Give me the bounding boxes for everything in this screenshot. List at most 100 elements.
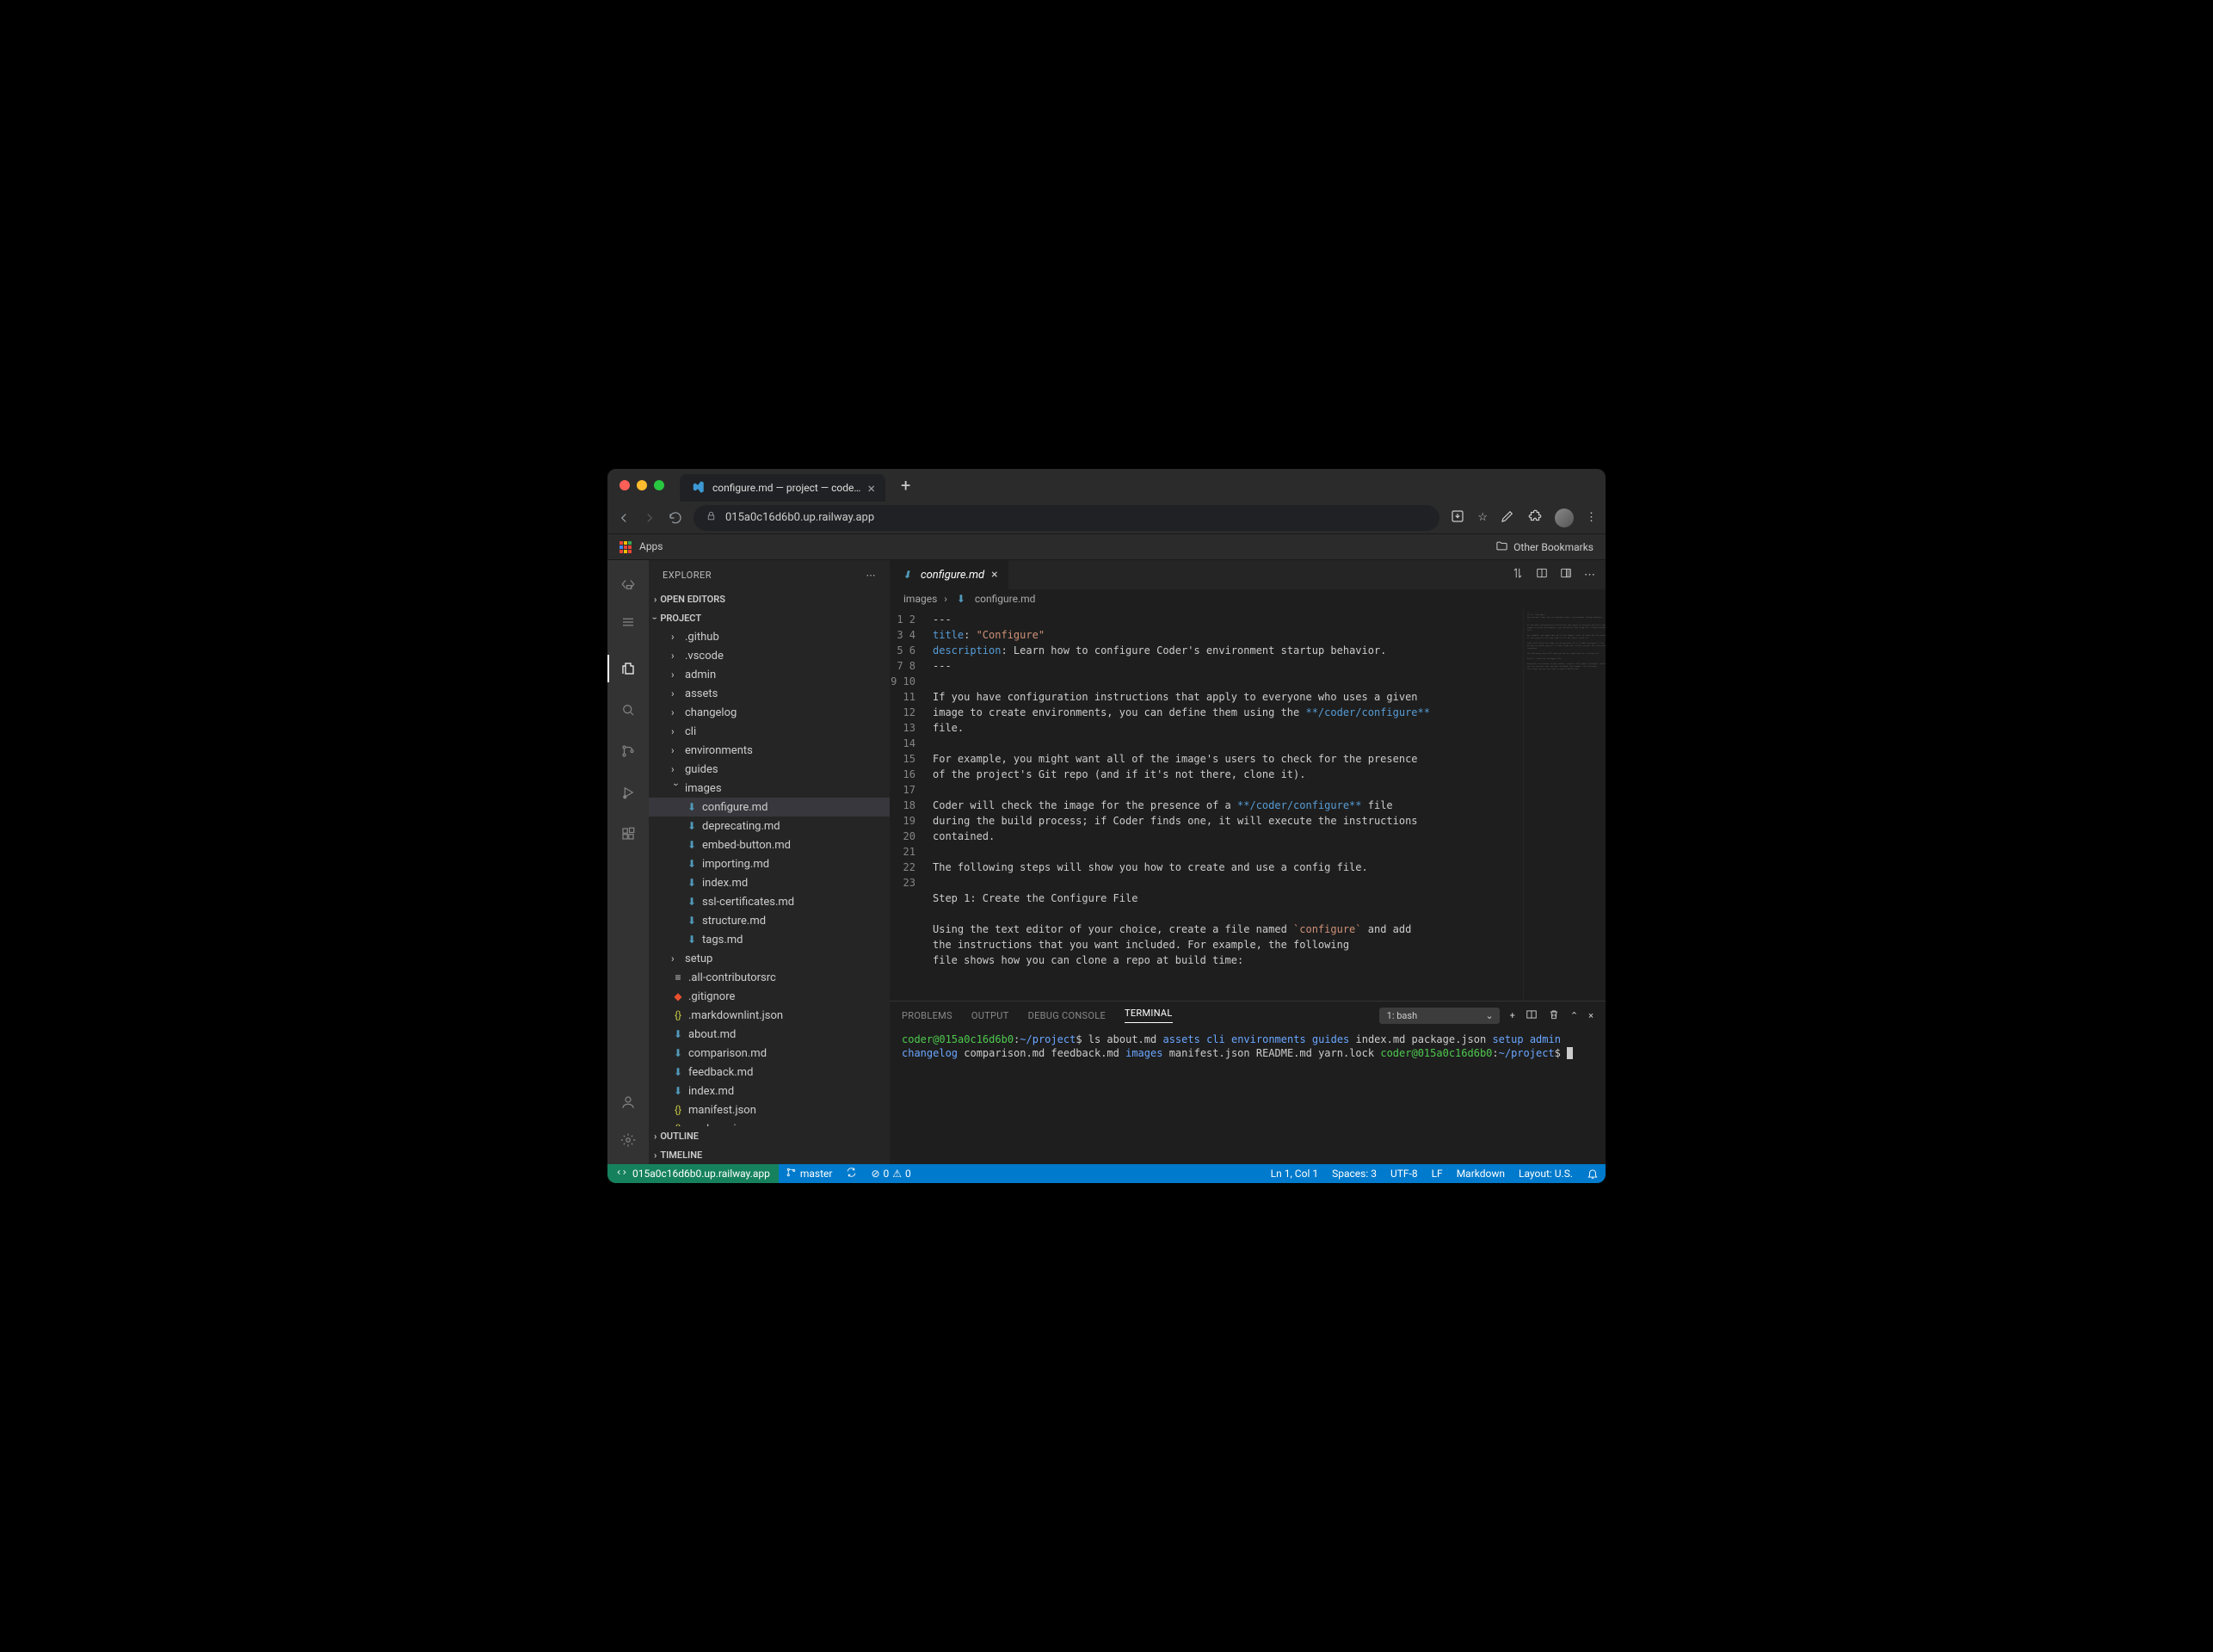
profile-avatar[interactable] [1555, 509, 1574, 527]
code-content[interactable]: --- title: "Configure" description: Lear… [929, 608, 1523, 1001]
new-terminal-icon[interactable]: + [1510, 1010, 1515, 1021]
chevron-right-icon: › [654, 594, 657, 605]
browser-tab[interactable]: configure.md — project — code… × [680, 474, 885, 502]
sync-button[interactable] [839, 1167, 864, 1180]
folder-images[interactable]: ›images [649, 779, 890, 798]
folder-guides[interactable]: ›guides [649, 760, 890, 779]
folder-setup[interactable]: ›setup [649, 949, 890, 968]
file-configure.md[interactable]: ⬇configure.md [649, 798, 890, 817]
terminal-output[interactable]: coder@015a0c16d6b0:~/project$ ls about.m… [890, 1029, 1606, 1164]
explorer-tab-icon[interactable] [607, 651, 649, 686]
source-control-tab-icon[interactable] [607, 734, 649, 768]
language-mode[interactable]: Markdown [1450, 1168, 1512, 1180]
file-importing.md[interactable]: ⬇importing.md [649, 854, 890, 873]
reload-button[interactable] [668, 510, 683, 526]
folder-cli[interactable]: ›cli [649, 722, 890, 741]
kebab-menu-icon[interactable]: ⋮ [1586, 511, 1597, 524]
indentation[interactable]: Spaces: 3 [1325, 1168, 1384, 1180]
file-feedback.md[interactable]: ⬇feedback.md [649, 1063, 890, 1082]
remote-indicator[interactable]: 015a0c16d6b0.up.railway.app [607, 1164, 779, 1183]
address-bar[interactable]: 015a0c16d6b0.up.railway.app [693, 505, 1439, 531]
file-comparison.md[interactable]: ⬇comparison.md [649, 1044, 890, 1063]
apps-shortcut[interactable]: Apps [620, 540, 663, 553]
file-tags.md[interactable]: ⬇tags.md [649, 930, 890, 949]
panel-tab-output[interactable]: OUTPUT [971, 1010, 1009, 1021]
markdown-file-icon: ⬇ [954, 593, 968, 605]
minimize-window-button[interactable] [637, 480, 647, 490]
accounts-icon[interactable] [607, 1085, 649, 1119]
notifications-bell-icon[interactable] [1580, 1168, 1606, 1180]
forward-button[interactable] [642, 510, 657, 526]
maximize-panel-icon[interactable]: ⌃ [1570, 1010, 1578, 1021]
file-.markdownlint.json[interactable]: {}.markdownlint.json [649, 1006, 890, 1025]
coder-logo-icon[interactable] [607, 567, 649, 601]
open-editors-section[interactable]: › OPEN EDITORS [649, 589, 890, 608]
file-embed-button.md[interactable]: ⬇embed-button.md [649, 835, 890, 854]
panel-tab-problems[interactable]: PROBLEMS [902, 1010, 952, 1021]
url-text: 015a0c16d6b0.up.railway.app [725, 511, 874, 524]
search-tab-icon[interactable] [607, 693, 649, 727]
file-index.md[interactable]: ⬇index.md [649, 873, 890, 892]
breadcrumb[interactable]: images › ⬇ configure.md [890, 589, 1606, 608]
keyboard-layout[interactable]: Layout: U.S. [1512, 1168, 1580, 1180]
folder-icon [1495, 539, 1508, 555]
panel-tab-debug-console[interactable]: DEBUG CONSOLE [1028, 1010, 1106, 1021]
folder-admin[interactable]: ›admin [649, 665, 890, 684]
outline-section[interactable]: › OUTLINE [649, 1126, 890, 1145]
settings-gear-icon[interactable] [607, 1123, 649, 1157]
lock-icon [706, 510, 717, 525]
window-controls [620, 480, 664, 490]
compare-icon[interactable] [1512, 567, 1524, 583]
project-section[interactable]: › PROJECT [649, 608, 890, 627]
kill-terminal-icon[interactable] [1548, 1008, 1560, 1023]
file-ssl-certificates.md[interactable]: ⬇ssl-certificates.md [649, 892, 890, 911]
extensions-puzzle-icon[interactable] [1527, 509, 1543, 527]
panel-tab-terminal[interactable]: TERMINAL [1125, 1008, 1173, 1023]
close-window-button[interactable] [620, 480, 630, 490]
folder-environments[interactable]: ›environments [649, 741, 890, 760]
terminal-picker[interactable]: 1: bash ⌄ [1379, 1008, 1500, 1024]
cursor-position[interactable]: Ln 1, Col 1 [1264, 1168, 1325, 1180]
folder-assets[interactable]: ›assets [649, 684, 890, 703]
eol[interactable]: LF [1425, 1168, 1450, 1180]
problems-indicator[interactable]: ⊘0 ⚠0 [864, 1168, 917, 1180]
file-deprecating.md[interactable]: ⬇deprecating.md [649, 817, 890, 835]
other-bookmarks[interactable]: Other Bookmarks [1495, 539, 1593, 555]
maximize-window-button[interactable] [654, 480, 664, 490]
editor-area[interactable]: 1 2 3 4 5 6 7 8 9 10 11 12 13 14 15 16 1… [890, 608, 1606, 1001]
more-icon[interactable]: ⋯ [1584, 569, 1595, 582]
timeline-section[interactable]: › TIMELINE [649, 1145, 890, 1164]
more-actions-icon[interactable]: ⋯ [866, 570, 877, 581]
file-structure.md[interactable]: ⬇structure.md [649, 911, 890, 930]
file-index.md[interactable]: ⬇index.md [649, 1082, 890, 1100]
editor-tabs: ⬇ configure.md × ⋯ [890, 560, 1606, 589]
folder-.vscode[interactable]: ›.vscode [649, 646, 890, 665]
file-manifest.json[interactable]: {}manifest.json [649, 1100, 890, 1119]
new-tab-button[interactable]: + [892, 475, 919, 496]
editor-tab-active[interactable]: ⬇ configure.md × [890, 560, 1009, 589]
split-editor-icon[interactable] [1560, 567, 1572, 583]
file-.all-contributorsrc[interactable]: ≡.all-contributorsrc [649, 968, 890, 987]
split-terminal-icon[interactable] [1526, 1008, 1538, 1023]
close-tab-icon[interactable]: × [867, 480, 875, 496]
install-app-icon[interactable] [1450, 509, 1465, 527]
run-debug-tab-icon[interactable] [607, 775, 649, 810]
warning-icon: ⚠ [892, 1168, 902, 1180]
encoding[interactable]: UTF-8 [1384, 1168, 1425, 1180]
menu-icon[interactable] [607, 605, 649, 639]
bookmark-star-icon[interactable]: ☆ [1477, 511, 1488, 524]
file-about.md[interactable]: ⬇about.md [649, 1025, 890, 1044]
folder-.github[interactable]: ›.github [649, 627, 890, 646]
folder-changelog[interactable]: ›changelog [649, 703, 890, 722]
explorer-sidebar: EXPLORER ⋯ › OPEN EDITORS › PROJECT ›.gi… [649, 560, 890, 1164]
back-button[interactable] [616, 510, 632, 526]
git-branch[interactable]: master [779, 1167, 840, 1180]
extensions-tab-icon[interactable] [607, 817, 649, 851]
pencil-icon[interactable] [1500, 509, 1515, 527]
minimap[interactable]: --- title: "Configure" description: Lear… [1523, 608, 1606, 1001]
file-.gitignore[interactable]: ◆.gitignore [649, 987, 890, 1006]
preview-side-icon[interactable] [1536, 567, 1548, 583]
close-panel-icon[interactable]: × [1588, 1010, 1593, 1021]
file-package.json[interactable]: {}package.json [649, 1119, 890, 1126]
close-tab-icon[interactable]: × [991, 568, 997, 582]
